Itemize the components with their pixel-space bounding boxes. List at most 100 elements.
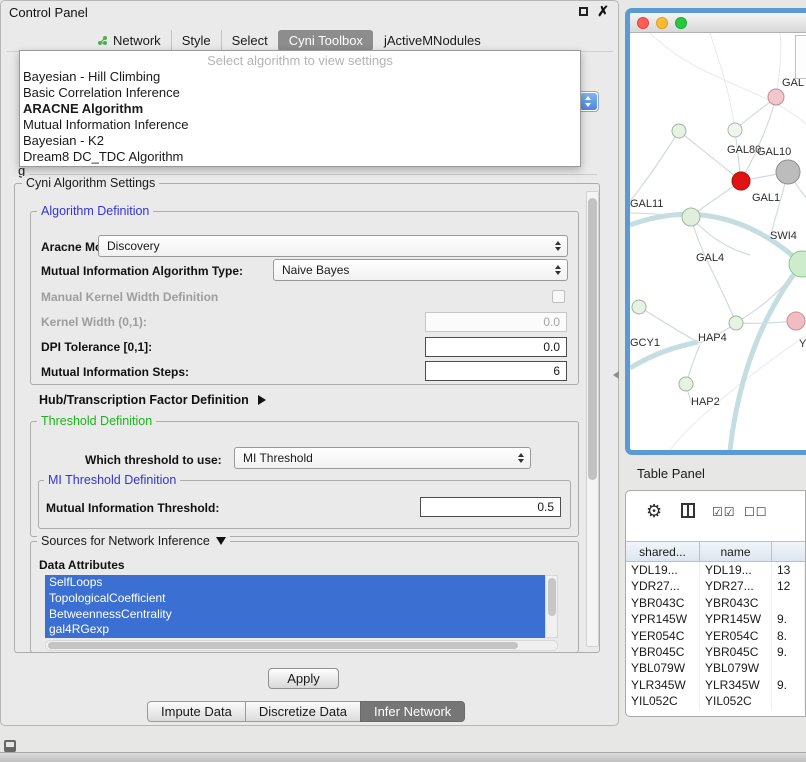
select-all-checkboxes-icon[interactable]: ☑☑: [712, 505, 736, 519]
list-item[interactable]: gal4RGexp: [45, 622, 545, 638]
tab-discretize-data[interactable]: Discretize Data: [245, 701, 361, 722]
columns-icon[interactable]: [681, 503, 695, 518]
data-attributes-list: SelfLoops TopologicalCoefficient Between…: [45, 575, 545, 638]
minimized-panel-icon[interactable]: [4, 740, 16, 752]
manual-kernel-checkbox[interactable]: [552, 290, 565, 303]
table-row[interactable]: YBR045CYBR045C9.: [626, 644, 805, 660]
table-row[interactable]: YLR345WYLR345W9.: [626, 677, 805, 693]
node-green[interactable]: [679, 377, 693, 391]
table-row[interactable]: YER054CYER054C8.: [626, 628, 805, 644]
gear-icon[interactable]: ⚙: [646, 501, 662, 522]
which-threshold-select[interactable]: MI Threshold: [234, 447, 531, 469]
mi-steps-label: Mutual Information Steps:: [41, 365, 189, 379]
mi-type-select[interactable]: Naive Bayes: [273, 259, 568, 281]
node-green[interactable]: [632, 300, 646, 314]
column-header-shared-name[interactable]: shared...: [626, 542, 700, 561]
node-gray[interactable]: [776, 160, 800, 184]
tab-jactivemodules[interactable]: jActiveMNodules: [373, 30, 491, 51]
attributes-horizontal-scrollbar[interactable]: [45, 640, 558, 651]
algorithm-option[interactable]: Bayesian - K2: [20, 133, 580, 149]
tab-cyni-toolbox[interactable]: Cyni Toolbox: [278, 30, 373, 51]
algorithm-option[interactable]: Bayesian - Hill Climbing: [20, 69, 580, 85]
which-threshold-label: Which threshold to use:: [85, 453, 222, 467]
attributes-vertical-scrollbar[interactable]: [545, 575, 558, 638]
data-attributes-label: Data Attributes: [39, 558, 125, 572]
node-green-gal11[interactable]: [682, 208, 700, 226]
aracne-mode-select[interactable]: Discovery: [98, 235, 568, 257]
tab-style[interactable]: Style: [171, 30, 221, 51]
minimize-window-button[interactable]: [656, 17, 668, 29]
apply-button[interactable]: Apply: [268, 668, 339, 689]
cyni-settings-title: Cyni Algorithm Settings: [22, 176, 159, 190]
node-pale[interactable]: [728, 123, 742, 137]
kernel-width-field[interactable]: 0.0: [425, 312, 567, 332]
table-row[interactable]: YDR27...YDR27...12: [626, 578, 805, 594]
table-panel-window: ⚙ ☑☑ ☐☐ shared... name YDL19...YDL19...1…: [625, 490, 806, 717]
threshold-title: Threshold Definition: [37, 414, 156, 428]
status-bar: [0, 752, 806, 762]
list-item[interactable]: SelfLoops: [45, 575, 545, 591]
column-header-partial[interactable]: [772, 542, 805, 561]
list-item[interactable]: TopologicalCoefficient: [45, 591, 545, 607]
dpi-tolerance-label: DPI Tolerance [0,1]:: [41, 340, 152, 354]
dpi-tolerance-field[interactable]: 0.0: [425, 337, 567, 357]
algorithm-option[interactable]: Dream8 DC_TDC Algorithm: [20, 149, 580, 165]
combobox-arrows-icon: [518, 453, 524, 463]
node-green[interactable]: [672, 124, 686, 138]
table-row[interactable]: YDL19...YDL19...13: [626, 562, 805, 578]
node-label: SWI4: [770, 230, 797, 242]
float-window-icon[interactable]: [579, 7, 588, 16]
cyni-mode-tabs: Impute Data Discretize Data Infer Networ…: [147, 701, 465, 722]
scrollbar-thumb[interactable]: [588, 198, 597, 480]
hub-section-header[interactable]: Hub/Transcription Factor Definition: [39, 393, 266, 407]
node-green[interactable]: [729, 316, 743, 330]
expand-arrow-icon[interactable]: [258, 395, 266, 405]
splitter-collapse-arrow[interactable]: [613, 371, 619, 379]
algorithm-dropdown-list: Select algorithm to view settings Bayesi…: [19, 50, 581, 167]
node-pink[interactable]: [787, 312, 805, 330]
node-label: GAL1: [752, 192, 780, 204]
network-edges: [630, 97, 806, 405]
network-scrollbar[interactable]: [795, 35, 806, 79]
window-title: Control Panel: [9, 5, 88, 20]
node-label: GAL4: [696, 252, 724, 264]
collapse-arrow-icon[interactable]: [216, 537, 226, 545]
settings-scrollbar[interactable]: [586, 191, 599, 647]
table-row[interactable]: YPR145WYPR145W9.: [626, 611, 805, 627]
node-label: Y: [799, 338, 806, 350]
table-row[interactable]: YIL052CYIL052C: [626, 693, 805, 709]
mi-threshold-label: Mutual Information Threshold:: [46, 501, 219, 515]
zoom-window-button[interactable]: [675, 17, 687, 29]
combobox-arrows-icon: [555, 241, 561, 251]
tab-network[interactable]: Network: [87, 30, 171, 51]
table-row[interactable]: YBR043CYBR043C: [626, 595, 805, 611]
scrollbar-thumb[interactable]: [548, 578, 556, 616]
close-window-button[interactable]: [637, 17, 649, 29]
mi-threshold-field[interactable]: 0.5: [420, 497, 561, 517]
node-label: GAL10: [757, 146, 791, 158]
kernel-width-label: Kernel Width (0,1):: [41, 315, 147, 329]
close-icon[interactable]: ✗: [597, 5, 609, 17]
deselect-all-checkboxes-icon[interactable]: ☐☐: [744, 505, 768, 519]
mi-steps-field[interactable]: 6: [425, 361, 567, 381]
tab-impute-data[interactable]: Impute Data: [147, 701, 246, 722]
sources-header[interactable]: Sources for Network Inference: [37, 534, 230, 548]
node-label: HAP4: [698, 332, 727, 344]
algorithm-option[interactable]: Mutual Information Inference: [20, 117, 580, 133]
node-pink-top[interactable]: [768, 89, 784, 105]
tab-infer-network[interactable]: Infer Network: [360, 701, 465, 722]
control-panel-tabs: Network Style Select Cyni Toolbox jActiv…: [87, 30, 491, 51]
algorithm-option[interactable]: Basic Correlation Inference: [20, 85, 580, 101]
tab-select[interactable]: Select: [221, 30, 278, 51]
node-label: GAL11: [630, 198, 663, 210]
network-window-titlebar: [630, 13, 806, 33]
column-header-name[interactable]: name: [700, 542, 772, 561]
node-red-gal10[interactable]: [732, 172, 750, 190]
table-row[interactable]: YBL079WYBL079W: [626, 660, 805, 676]
algorithm-definition-title: Algorithm Definition: [37, 204, 153, 218]
manual-kernel-label: Manual Kernel Width Definition: [41, 290, 218, 304]
network-canvas[interactable]: GAL GAL80 GAL10 GAL11 GAL1 SWI4 GAL4 GCY…: [630, 33, 806, 430]
algorithm-option-selected[interactable]: ARACNE Algorithm: [20, 101, 580, 117]
scrollbar-thumb[interactable]: [48, 642, 518, 649]
list-item[interactable]: BetweennessCentrality: [45, 607, 545, 623]
